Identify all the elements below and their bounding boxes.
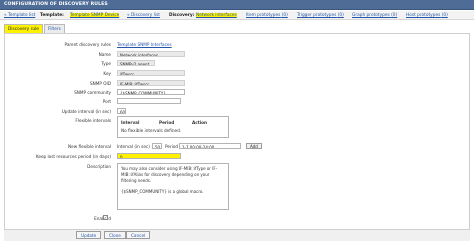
update-interval-label: Update interval (in sec) xyxy=(61,109,111,114)
window-titlebar: CONFIGURATION OF DISCOVERY RULES xyxy=(0,0,474,10)
port-label: Port xyxy=(102,99,111,104)
clone-button[interactable]: Clone xyxy=(104,231,126,239)
discovery-list-link[interactable]: « Discovery list xyxy=(127,13,160,18)
type-field[interactable]: SNMPv2 agent xyxy=(117,60,155,66)
form-footer xyxy=(4,229,470,241)
snmp-community-label: SNMP community xyxy=(74,90,111,95)
flex-col-action: Action xyxy=(192,120,208,125)
tab-filters[interactable]: Filters xyxy=(44,24,65,33)
template-label: Template: xyxy=(40,13,64,18)
name-field[interactable]: Network interfaces xyxy=(117,51,185,57)
key-label: Key xyxy=(103,71,111,76)
flexible-intervals-table: Interval Period Action No flexible inter… xyxy=(117,116,229,138)
new-interval-sublabel: Interval (in sec) xyxy=(117,144,150,149)
discovery-rule-form xyxy=(4,33,470,233)
name-label: Name xyxy=(98,52,111,57)
item-prototypes-link[interactable]: Item prototypes (0) xyxy=(246,13,288,18)
snmp-oid-field[interactable]: IF-MIB::ifDescr xyxy=(117,80,185,86)
description-label: Description xyxy=(87,164,111,169)
cancel-button[interactable]: Cancel xyxy=(126,231,151,239)
new-interval-field[interactable]: 50 xyxy=(152,143,162,149)
type-label: Type xyxy=(101,61,111,66)
tab-discovery-rule[interactable]: Discovery rule xyxy=(4,24,43,33)
update-interval-field[interactable]: 60 xyxy=(117,108,126,114)
new-period-sublabel: Period xyxy=(165,144,179,149)
parent-rules-link[interactable]: Template SNMP Interfaces xyxy=(117,42,172,47)
template-list-link[interactable]: « Template list xyxy=(4,13,35,18)
flex-empty-message: No flexible intervals defined. xyxy=(121,128,182,133)
snmp-oid-label: SNMP OID xyxy=(89,81,111,86)
port-field[interactable] xyxy=(117,98,181,104)
trigger-prototypes-link[interactable]: Trigger prototypes (0) xyxy=(297,13,344,18)
flex-col-interval: Interval xyxy=(121,120,140,125)
new-flexible-interval-label: New flexible interval xyxy=(68,144,111,149)
key-field[interactable]: ifDescr xyxy=(117,70,185,76)
keep-lost-field[interactable]: 0 xyxy=(117,153,181,159)
discovery-name-link[interactable]: Network interfaces xyxy=(196,13,237,18)
description-textarea[interactable]: You may also consider using IF-MIB::ifTy… xyxy=(117,163,229,210)
parent-rules-label: Parent discovery rules xyxy=(64,42,112,47)
flex-col-period: Period xyxy=(159,120,175,125)
add-flex-interval-button[interactable]: Add xyxy=(246,142,262,149)
host-prototypes-link[interactable]: Host prototypes (0) xyxy=(406,13,448,18)
discovery-label: Discovery: xyxy=(169,13,195,18)
check-icon: ✓ xyxy=(104,215,108,220)
graph-prototypes-link[interactable]: Graph prototypes (0) xyxy=(352,13,397,18)
flexible-intervals-label: Flexible intervals xyxy=(75,118,111,123)
window-title: CONFIGURATION OF DISCOVERY RULES xyxy=(4,2,108,7)
breadcrumb: « Template list Template: Template SNMP … xyxy=(0,11,474,20)
snmp-community-field[interactable]: {$SNMP_COMMUNITY} xyxy=(117,89,185,95)
template-name-link[interactable]: Template SNMP Device xyxy=(70,13,120,18)
new-period-field[interactable]: 1-7,00:00-24:00 xyxy=(179,143,241,149)
keep-lost-label: Keep lost resources period (in days) xyxy=(35,154,111,159)
update-button[interactable]: Update xyxy=(76,231,102,239)
enabled-checkbox[interactable]: ✓ xyxy=(103,215,108,220)
